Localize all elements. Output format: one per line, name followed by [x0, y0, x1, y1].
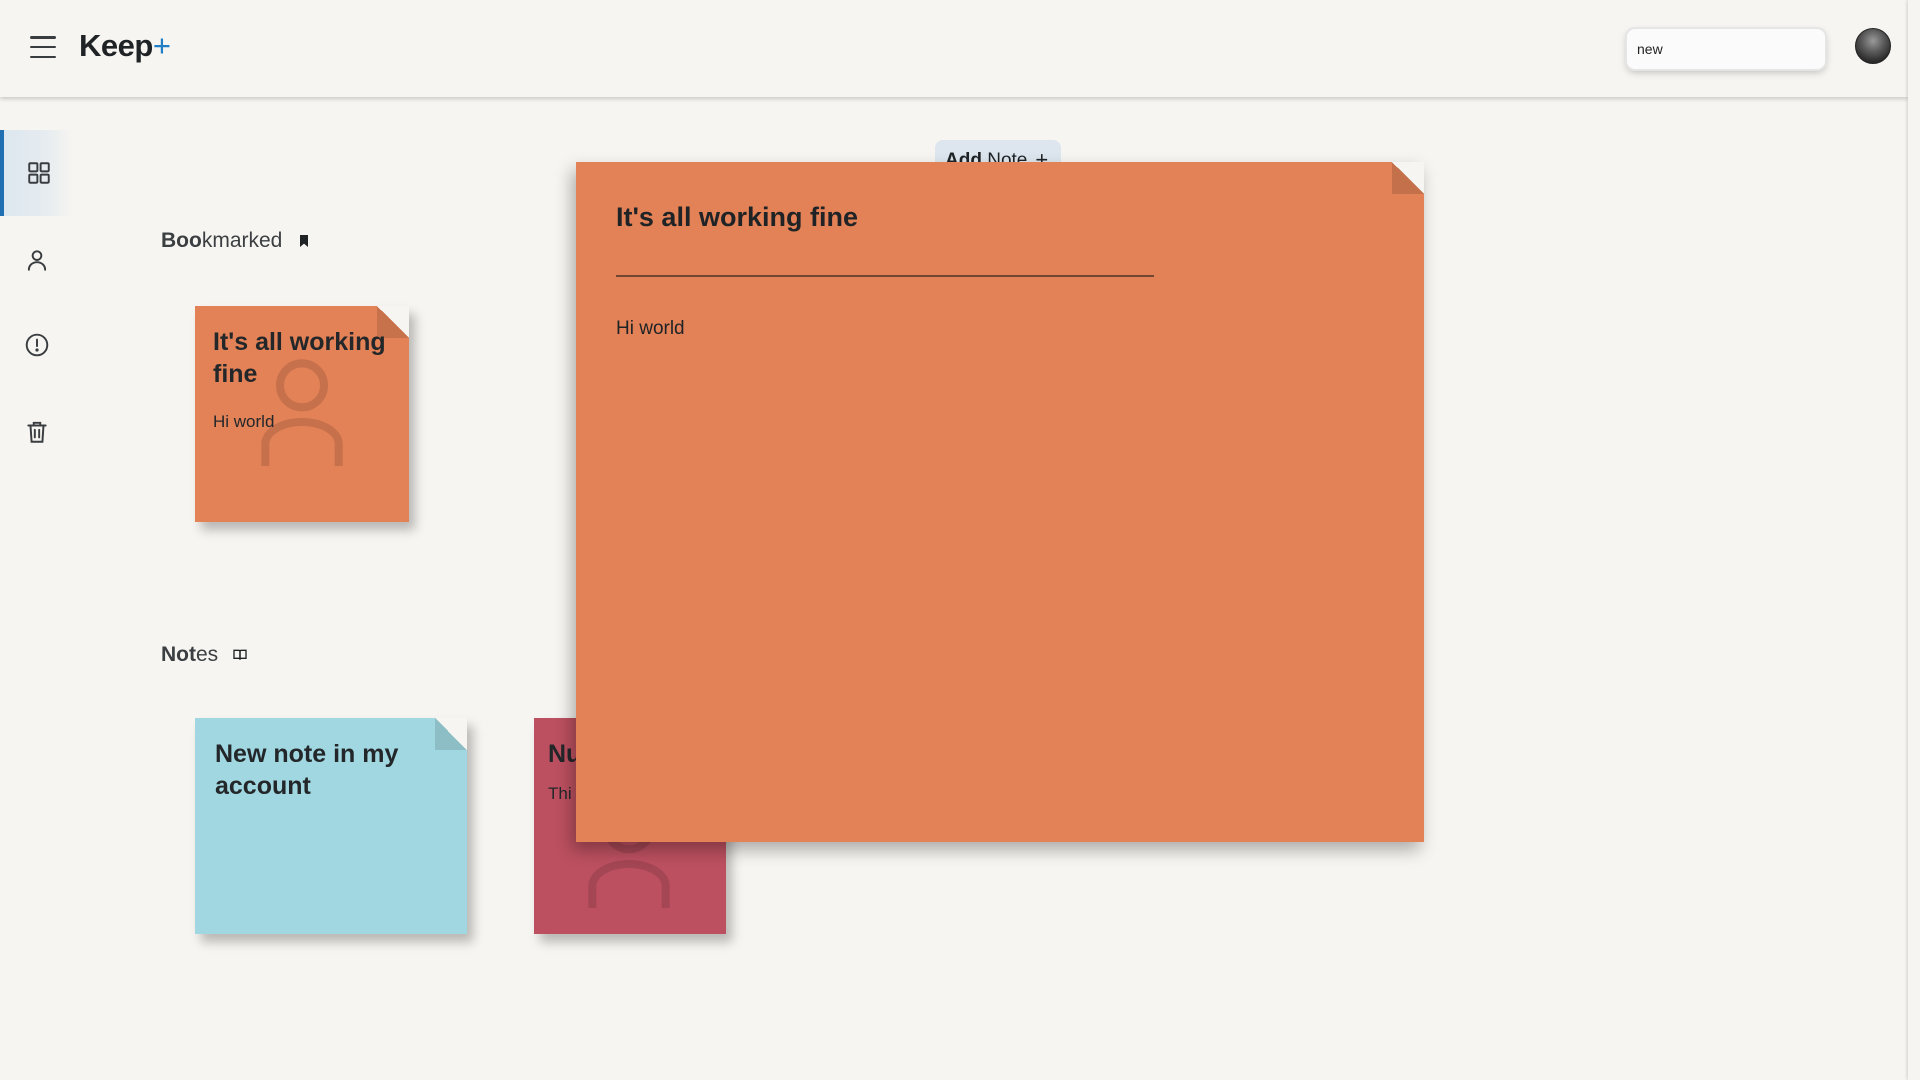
notes-heading: Notes	[161, 643, 248, 667]
book-open-icon	[233, 649, 247, 660]
search-input[interactable]	[1637, 41, 1818, 57]
open-note-modal[interactable]: It's all working fine Hi world	[576, 162, 1424, 842]
app-title-plus: +	[152, 28, 171, 63]
sidebar-item-account[interactable]	[0, 217, 74, 303]
scrollbar[interactable]	[1908, 0, 1920, 1080]
bookmarked-heading: Bookmarked	[161, 229, 312, 253]
bookmarked-title-rest: kmarked	[201, 229, 283, 252]
card-corner-fold	[1392, 162, 1424, 194]
notes-title-rest: es	[196, 643, 219, 666]
note-card[interactable]: New note in my account	[195, 718, 467, 934]
open-note-title[interactable]: It's all working fine	[616, 202, 858, 233]
note-title: New note in my account	[215, 740, 399, 800]
info-circle-icon	[25, 333, 49, 357]
app-title: Keep+	[79, 28, 171, 64]
avatar[interactable]	[1855, 28, 1891, 64]
bookmarked-title-bold: Boo	[161, 229, 202, 252]
title-divider	[616, 275, 1154, 277]
open-note-body[interactable]: Hi world	[616, 318, 685, 340]
sidebar-item-trash[interactable]	[0, 389, 74, 475]
card-corner-fold	[435, 718, 467, 750]
app-header: Keep+	[0, 0, 1908, 97]
sidebar-item-notes[interactable]	[0, 130, 74, 216]
search-box	[1627, 29, 1825, 69]
app-title-text: Keep	[79, 28, 153, 63]
grid-icon	[28, 162, 50, 184]
notes-title-bold: Not	[161, 643, 196, 666]
trash-icon	[27, 421, 47, 443]
bookmarked-note-card[interactable]: It's all working fine Hi world	[195, 306, 409, 522]
menu-icon[interactable]	[30, 36, 56, 58]
bookmark-icon	[300, 235, 309, 247]
person-icon	[27, 250, 47, 271]
sidebar-item-about[interactable]	[0, 302, 74, 388]
note-body: Hi world	[213, 412, 275, 431]
note-title: It's all working fine	[213, 328, 386, 388]
